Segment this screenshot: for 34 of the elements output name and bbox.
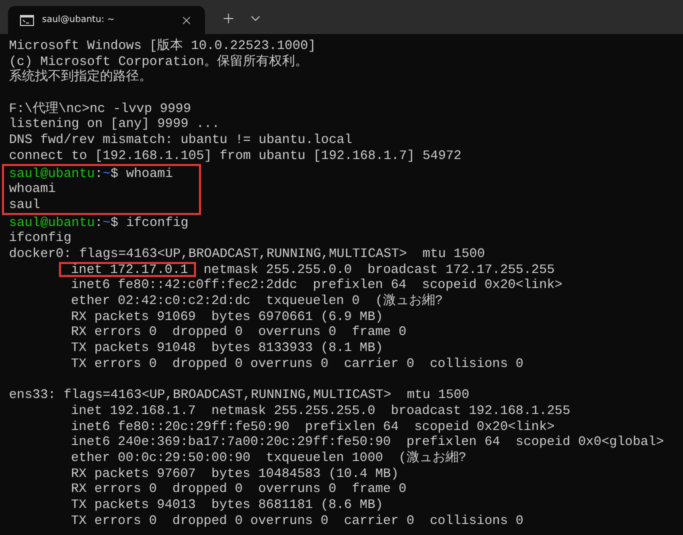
output-text: inet 172.17.0.1 [71,262,188,277]
terminal-icon [20,14,34,26]
output-text: ens33: flags=4163<UP,BROADCAST,RUNNING,MULTICAST> mtu 1500 [9,387,470,402]
output-text: ifconfig [9,230,72,246]
prompt-line: saul@ubantu:~$ whoami [9,166,173,180]
output-text: TX errors 0 dropped 0 overruns 0 carrier 0 collisions 0 [71,512,524,528]
output-text: ether 00:0c:29:50:00:90 txqueuelen 1000 (溦ュお緗? [71,450,466,465]
output-text: inet6 fe80::42:c0ff:fec2:2ddc prefixlen 64 scopeid 0x20<link> [71,277,562,292]
output-text: TX packets 94013 bytes 8681181 (8.6 MB) [71,496,384,512]
output-text: listening on [any] 9999 ... [9,116,220,132]
output-text: (c) Microsoft Corporation。保留所有权利。 [9,54,308,69]
output-text: TX errors 0 dropped 0 overruns 0 carrier 0 collisions 0 [71,356,524,371]
output-text: DNS fwd/rev mismatch: ubantu != ubantu.local [9,132,352,148]
output-text: RX packets 91069 bytes 6970661 (6.9 MB) [71,308,384,324]
prompt-line: saul@ubantu:~$ ifconfig [9,214,188,230]
output-text: inet6 240e:369:ba17:7a00:20c:29ff:fe50:90 prefixlen 64 scopeid 0x0<global> [71,434,664,450]
output-text: RX packets 97607 bytes 10484583 (10.4 MB) [71,466,399,481]
output-text: F:\代理\nc>nc -lvvp 9999 [9,100,192,116]
plus-icon [221,11,236,26]
output-text: whoami [9,181,56,196]
output-text: ether 02:42:c0:c2:2d:dc txqueuelen 0 (溦ュお緗? [71,293,443,308]
output-text: 系统找不到指定的路径。 [9,69,152,84]
output-text: docker0: flags=4163<UP,BROADCAST,RUNNING,MULTICAST> mtu 1500 [9,246,485,261]
output-text: connect to [192.168.1.105] from ubantu [192.168.1.7] 54972 [9,148,462,163]
output-text: saul [9,196,40,212]
terminal-tab[interactable]: saul@ubantu: ~ [8,6,205,34]
output-text: Microsoft Windows [版本 10.0.22523.1000] [9,38,316,53]
output-text: netmask 255.255.0.0 broadcast 172.17.255.255 [202,262,555,277]
output-text: TX packets 91048 bytes 8133933 (8.1 MB) [71,340,384,356]
output-text: RX errors 0 dropped 0 overruns 0 frame 0 [71,481,406,496]
output-text: inet6 fe80::20c:29ff:fe50:90 prefixlen 64 scopeid 0x20<link> [71,418,555,434]
output-text: RX errors 0 dropped 0 overruns 0 frame 0 [71,324,406,340]
output-text: inet 192.168.1.7 netmask 255.255.255.0 broadcast 192.168.1.255 [71,402,570,418]
tab-title: saul@ubantu: ~ [42,15,116,25]
